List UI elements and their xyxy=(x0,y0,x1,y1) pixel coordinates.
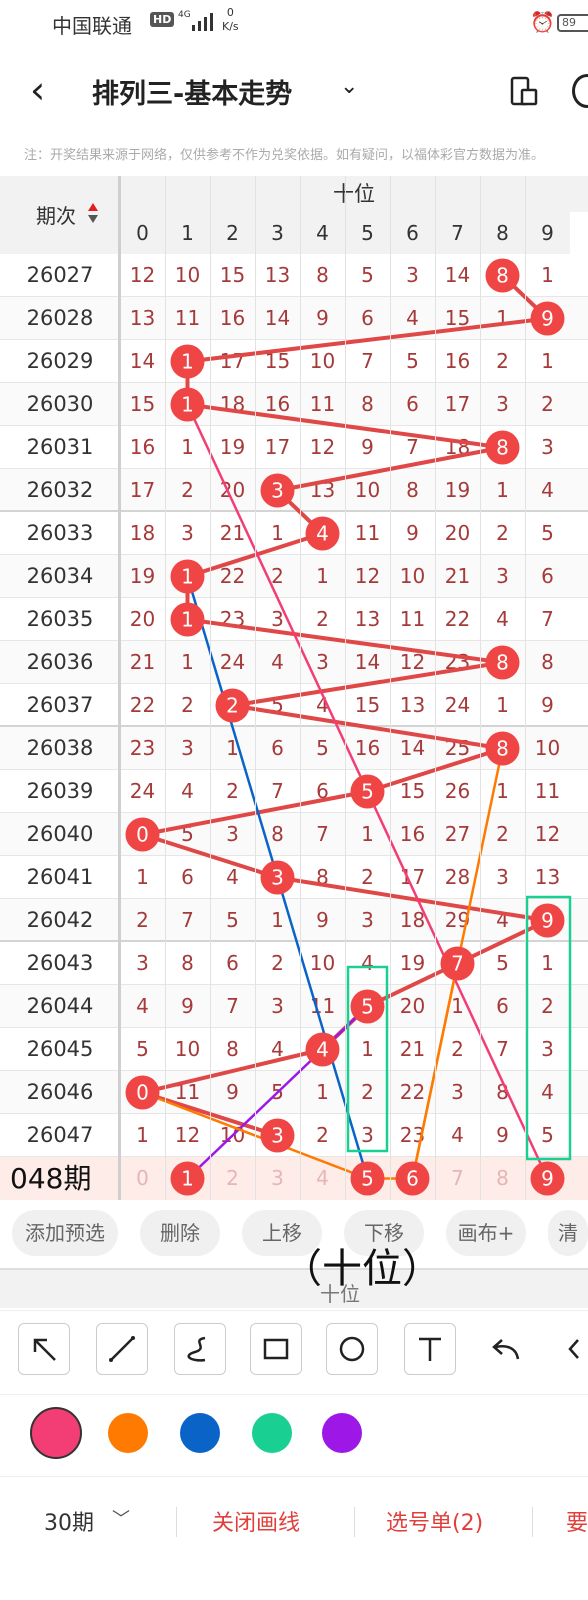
hit-ball-number: 8 xyxy=(496,651,509,675)
hit-ball-number: 2 xyxy=(226,694,239,718)
grid-line xyxy=(390,176,391,1200)
chevron-down-icon[interactable]: ⌄ xyxy=(340,74,358,99)
rectangle-tool-icon[interactable] xyxy=(250,1323,302,1375)
hit-ball-number: 1 xyxy=(181,608,194,632)
hd-badge: HD xyxy=(150,12,175,27)
grid-line xyxy=(300,176,301,1200)
annotation-label: （十位） xyxy=(282,1246,442,1292)
grid-line xyxy=(210,176,211,1200)
hit-ball-number: 4 xyxy=(316,522,329,546)
curve-tool-icon[interactable] xyxy=(174,1323,226,1375)
color-swatch-1[interactable] xyxy=(108,1413,148,1453)
circle-tool-icon[interactable] xyxy=(326,1323,378,1375)
grid-line xyxy=(480,176,481,1200)
hit-ball-number: 1 xyxy=(181,350,194,374)
hit-ball-number: 1 xyxy=(181,393,194,417)
network-type: 4G xyxy=(178,10,191,20)
hit-ball-number: 8 xyxy=(496,264,509,288)
hit-ball-number: 0 xyxy=(136,1081,149,1105)
grid-line xyxy=(525,176,526,1200)
grid-line xyxy=(345,176,346,1200)
disclaimer-notice: 注：开奖结果来源于网络，仅供参考不作为兑奖依据。如有疑问，以福体彩官方数据为准。 xyxy=(24,148,545,163)
color-swatch-2[interactable] xyxy=(180,1413,220,1453)
hit-ball-number: 1 xyxy=(181,565,194,589)
status-bar: 中国联通 HD 4G 0 K/s ⏰ 89 xyxy=(0,0,588,50)
hit-ball-number: 3 xyxy=(271,479,284,503)
hit-ball-number: 8 xyxy=(496,737,509,761)
action-button-5[interactable]: 清 xyxy=(548,1210,588,1256)
battery-icon: 89 xyxy=(557,14,588,32)
hit-ball-number: 3 xyxy=(271,866,284,890)
action-button-0[interactable]: 添加预选 xyxy=(12,1210,118,1256)
chevron-down-icon[interactable]: ﹀ xyxy=(112,1505,130,1531)
action-button-1[interactable]: 删除 xyxy=(140,1210,220,1256)
arrow-tool-icon[interactable] xyxy=(18,1323,70,1375)
bottom-bar: 30期 ﹀ 关闭画线 选号单(2) 要 xyxy=(0,1476,588,1600)
drawing-toolbar xyxy=(0,1310,588,1390)
hit-ball-number: 5 xyxy=(361,995,374,1019)
prediction-ball-number: 6 xyxy=(406,1167,419,1191)
signal-icon xyxy=(192,13,213,31)
page-title[interactable]: 排列三-基本走势 xyxy=(92,72,292,111)
prediction-ball-number: 9 xyxy=(541,1167,554,1191)
undo-icon[interactable] xyxy=(490,1335,522,1369)
action-button-4[interactable]: 画布+ xyxy=(446,1210,526,1256)
grid-line xyxy=(165,176,166,1200)
grid-line xyxy=(435,176,436,1200)
chevron-left-icon[interactable]: ‹ xyxy=(30,68,45,112)
hit-ball-number: 5 xyxy=(361,780,374,804)
divider xyxy=(532,1507,533,1537)
eraser-icon[interactable] xyxy=(566,1335,588,1369)
hit-ball-number: 9 xyxy=(541,909,554,933)
hit-ball-number: 0 xyxy=(136,823,149,847)
divider xyxy=(176,1507,177,1537)
color-palette xyxy=(0,1394,588,1474)
grid-line xyxy=(255,176,256,1200)
prediction-ball-number: 5 xyxy=(361,1167,374,1191)
text-tool-icon[interactable] xyxy=(404,1323,456,1375)
close-lines-button[interactable]: 关闭画线 xyxy=(212,1505,300,1537)
color-swatch-4[interactable] xyxy=(322,1413,362,1453)
carrier-name: 中国联通 xyxy=(52,14,132,38)
app-header: ‹ 排列三-基本走势 ⌄ xyxy=(0,56,588,126)
hit-ball-number: 8 xyxy=(496,436,509,460)
trend-chart: 期次 十位 0123456789 26027121015138531481260… xyxy=(0,176,588,1200)
selected-numbers-button[interactable]: 选号单(2) xyxy=(386,1505,483,1537)
hit-ball-number: 4 xyxy=(316,1038,329,1062)
hit-ball-number: 3 xyxy=(271,1124,284,1148)
network-speed: 0 K/s xyxy=(222,6,239,33)
refresh-icon[interactable] xyxy=(572,74,588,108)
period-selector[interactable]: 30期 xyxy=(44,1505,94,1537)
color-swatch-3[interactable] xyxy=(252,1413,292,1453)
divider xyxy=(354,1507,355,1537)
prediction-ball-number: 1 xyxy=(181,1167,194,1191)
hit-ball-number: 9 xyxy=(541,307,554,331)
device-switch-icon[interactable] xyxy=(508,76,538,106)
color-swatch-0[interactable] xyxy=(30,1407,82,1459)
hit-ball-number: 7 xyxy=(451,952,464,976)
line-tool-icon[interactable] xyxy=(96,1323,148,1375)
drawing-overlay[interactable]: 8 9 1 1 8 3 4 1 1 8 2 8 5 0 3 9 7 5 4 0 3 1 5 6 9 xyxy=(0,176,588,1200)
alarm-icon: ⏰ xyxy=(530,10,555,34)
more-button[interactable]: 要 xyxy=(566,1505,588,1537)
